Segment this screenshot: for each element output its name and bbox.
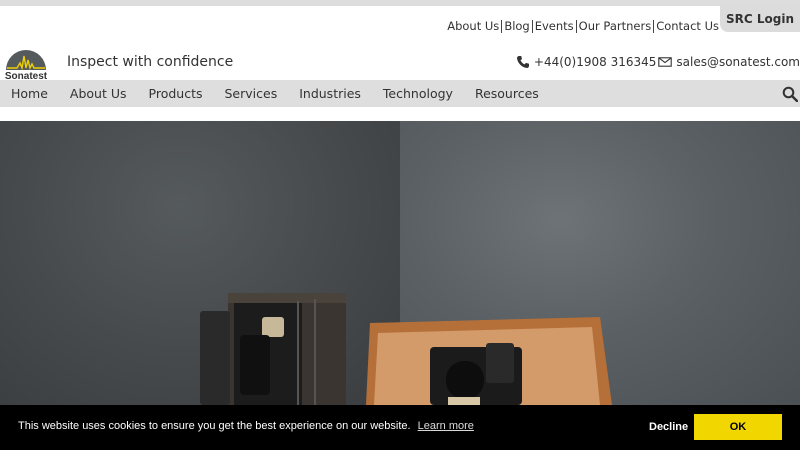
probe-cap: [262, 317, 284, 337]
sonatest-logo[interactable]: Sonatest: [2, 46, 50, 80]
search-icon[interactable]: [782, 86, 798, 102]
separator: [653, 19, 655, 33]
phone-icon: [516, 56, 529, 68]
top-link-blog[interactable]: Blog: [503, 19, 530, 33]
ok-button[interactable]: OK: [694, 414, 782, 440]
top-strip: [0, 0, 800, 6]
separator: [501, 19, 503, 33]
hero-banner: [0, 121, 800, 405]
phone-number[interactable]: +44(0)1908 316345: [534, 55, 656, 69]
contact-info: +44(0)1908 316345 sales@sonatest.com: [516, 55, 800, 69]
src-login-button[interactable]: SRC Login: [720, 6, 800, 32]
logo-wordmark: Sonatest: [5, 71, 48, 80]
top-link-contact-us[interactable]: Contact Us: [655, 19, 720, 33]
top-link-our-partners[interactable]: Our Partners: [578, 19, 653, 33]
cookie-message: This website uses cookies to ensure you …: [18, 420, 474, 432]
cookie-banner: This website uses cookies to ensure you …: [0, 405, 800, 450]
top-link-events[interactable]: Events: [534, 19, 575, 33]
hero-product-image: [200, 293, 612, 405]
nav-item-resources[interactable]: Resources: [464, 86, 550, 101]
mail-icon: [658, 57, 673, 67]
learn-more-link[interactable]: Learn more: [418, 420, 474, 432]
nav-item-home[interactable]: Home: [0, 86, 59, 101]
nav-item-about-us[interactable]: About Us: [59, 86, 138, 101]
nav-item-technology[interactable]: Technology: [372, 86, 464, 101]
top-links: About Us Blog Events Our Partners Contac…: [446, 19, 720, 33]
scanner-wheel: [200, 311, 230, 405]
top-link-about-us[interactable]: About Us: [446, 19, 500, 33]
decline-button[interactable]: Decline: [649, 421, 688, 433]
nav-item-industries[interactable]: Industries: [288, 86, 372, 101]
main-nav: Home About Us Products Services Industri…: [0, 80, 800, 107]
separator: [575, 19, 577, 33]
separator: [531, 19, 533, 33]
email-address[interactable]: sales@sonatest.com: [676, 55, 800, 69]
nav-item-products[interactable]: Products: [138, 86, 214, 101]
tagline: Inspect with confidence: [67, 54, 234, 70]
nav-item-services[interactable]: Services: [214, 86, 289, 101]
cookie-text: This website uses cookies to ensure you …: [18, 420, 411, 432]
